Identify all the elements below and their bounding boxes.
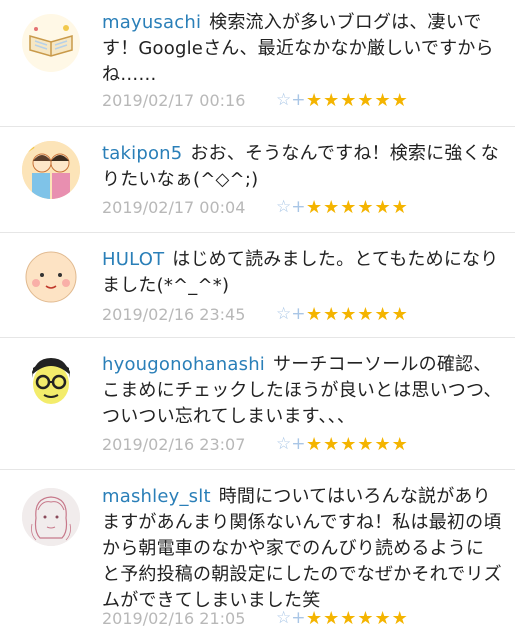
comment-date[interactable]: 2019/02/16 21:05: [102, 609, 276, 628]
comment-item: hyougonohanashi サーチコーソールの確認、こまめにチェックしたほうが…: [0, 338, 515, 470]
comment-meta: 2019/02/16 21:05 ☆+ ★★★★★★: [102, 606, 409, 630]
avatar[interactable]: [22, 488, 80, 546]
add-star-button[interactable]: ☆+: [276, 608, 306, 628]
star-rating[interactable]: ★★★★★★: [306, 608, 409, 629]
add-star-button[interactable]: ☆+: [276, 304, 306, 324]
star-rating[interactable]: ★★★★★★: [306, 304, 409, 325]
comment-item: mayusachi 検索流入が多いブログは、凄いです！Googleさん、最近なかな…: [0, 0, 515, 127]
comment-item: mashley_slt 時間についてはいろんな説がありますがあんまり関係ないんです…: [0, 470, 515, 640]
add-star-button[interactable]: ☆+: [276, 90, 306, 110]
star-rating[interactable]: ★★★★★★: [306, 90, 409, 111]
comment-username[interactable]: mashley_slt: [102, 486, 211, 507]
comment-text-block: takipon5 おお、そうなんですね！検索に強くなりたいなぁ(^◇^;): [102, 141, 502, 193]
open-book-icon: [29, 25, 73, 57]
star-rating[interactable]: ★★★★★★: [306, 434, 409, 455]
add-star-button[interactable]: ☆+: [276, 197, 306, 217]
comment-username[interactable]: hyougonohanashi: [102, 354, 265, 375]
avatar[interactable]: [22, 141, 80, 199]
avatar[interactable]: [22, 14, 80, 72]
comment-date[interactable]: 2019/02/17 00:16: [102, 91, 276, 110]
comment-text-block: hyougonohanashi サーチコーソールの確認、こまめにチェックしたほうが…: [102, 352, 502, 430]
smiling-face-icon: [25, 251, 77, 303]
comment-date[interactable]: 2019/02/16 23:45: [102, 305, 276, 324]
star-rating[interactable]: ★★★★★★: [306, 197, 409, 218]
add-star-button[interactable]: ☆+: [276, 434, 306, 454]
comment-username[interactable]: HULOT: [102, 249, 164, 270]
comment-date[interactable]: 2019/02/16 23:07: [102, 435, 276, 454]
comment-text-block: HULOT はじめて読みました。とてもためになりました(*^_^*): [102, 247, 502, 299]
comment-item: takipon5 おお、そうなんですね！検索に強くなりたいなぁ(^◇^;) 201…: [0, 127, 515, 233]
glasses-man-icon: [22, 352, 80, 410]
comment-meta: 2019/02/16 23:45 ☆+ ★★★★★★: [102, 302, 409, 326]
comment-username[interactable]: mayusachi: [102, 12, 201, 33]
comment-meta: 2019/02/16 23:07 ☆+ ★★★★★★: [102, 432, 409, 456]
comment-date[interactable]: 2019/02/17 00:04: [102, 198, 276, 217]
comment-meta: 2019/02/17 00:04 ☆+ ★★★★★★: [102, 195, 409, 219]
avatar[interactable]: [22, 247, 80, 305]
comment-meta: 2019/02/17 00:16 ☆+ ★★★★★★: [102, 88, 409, 112]
comment-text-block: mashley_slt 時間についてはいろんな説がありますがあんまり関係ないんです…: [102, 484, 502, 614]
comment-username[interactable]: takipon5: [102, 143, 182, 164]
comment-item: HULOT はじめて読みました。とてもためになりました(*^_^*) 2019/0…: [0, 233, 515, 338]
family-illustration-icon: [22, 141, 80, 199]
sketch-portrait-icon: [22, 488, 80, 546]
avatar[interactable]: [22, 352, 80, 410]
comment-text-block: mayusachi 検索流入が多いブログは、凄いです！Googleさん、最近なかな…: [102, 10, 502, 88]
